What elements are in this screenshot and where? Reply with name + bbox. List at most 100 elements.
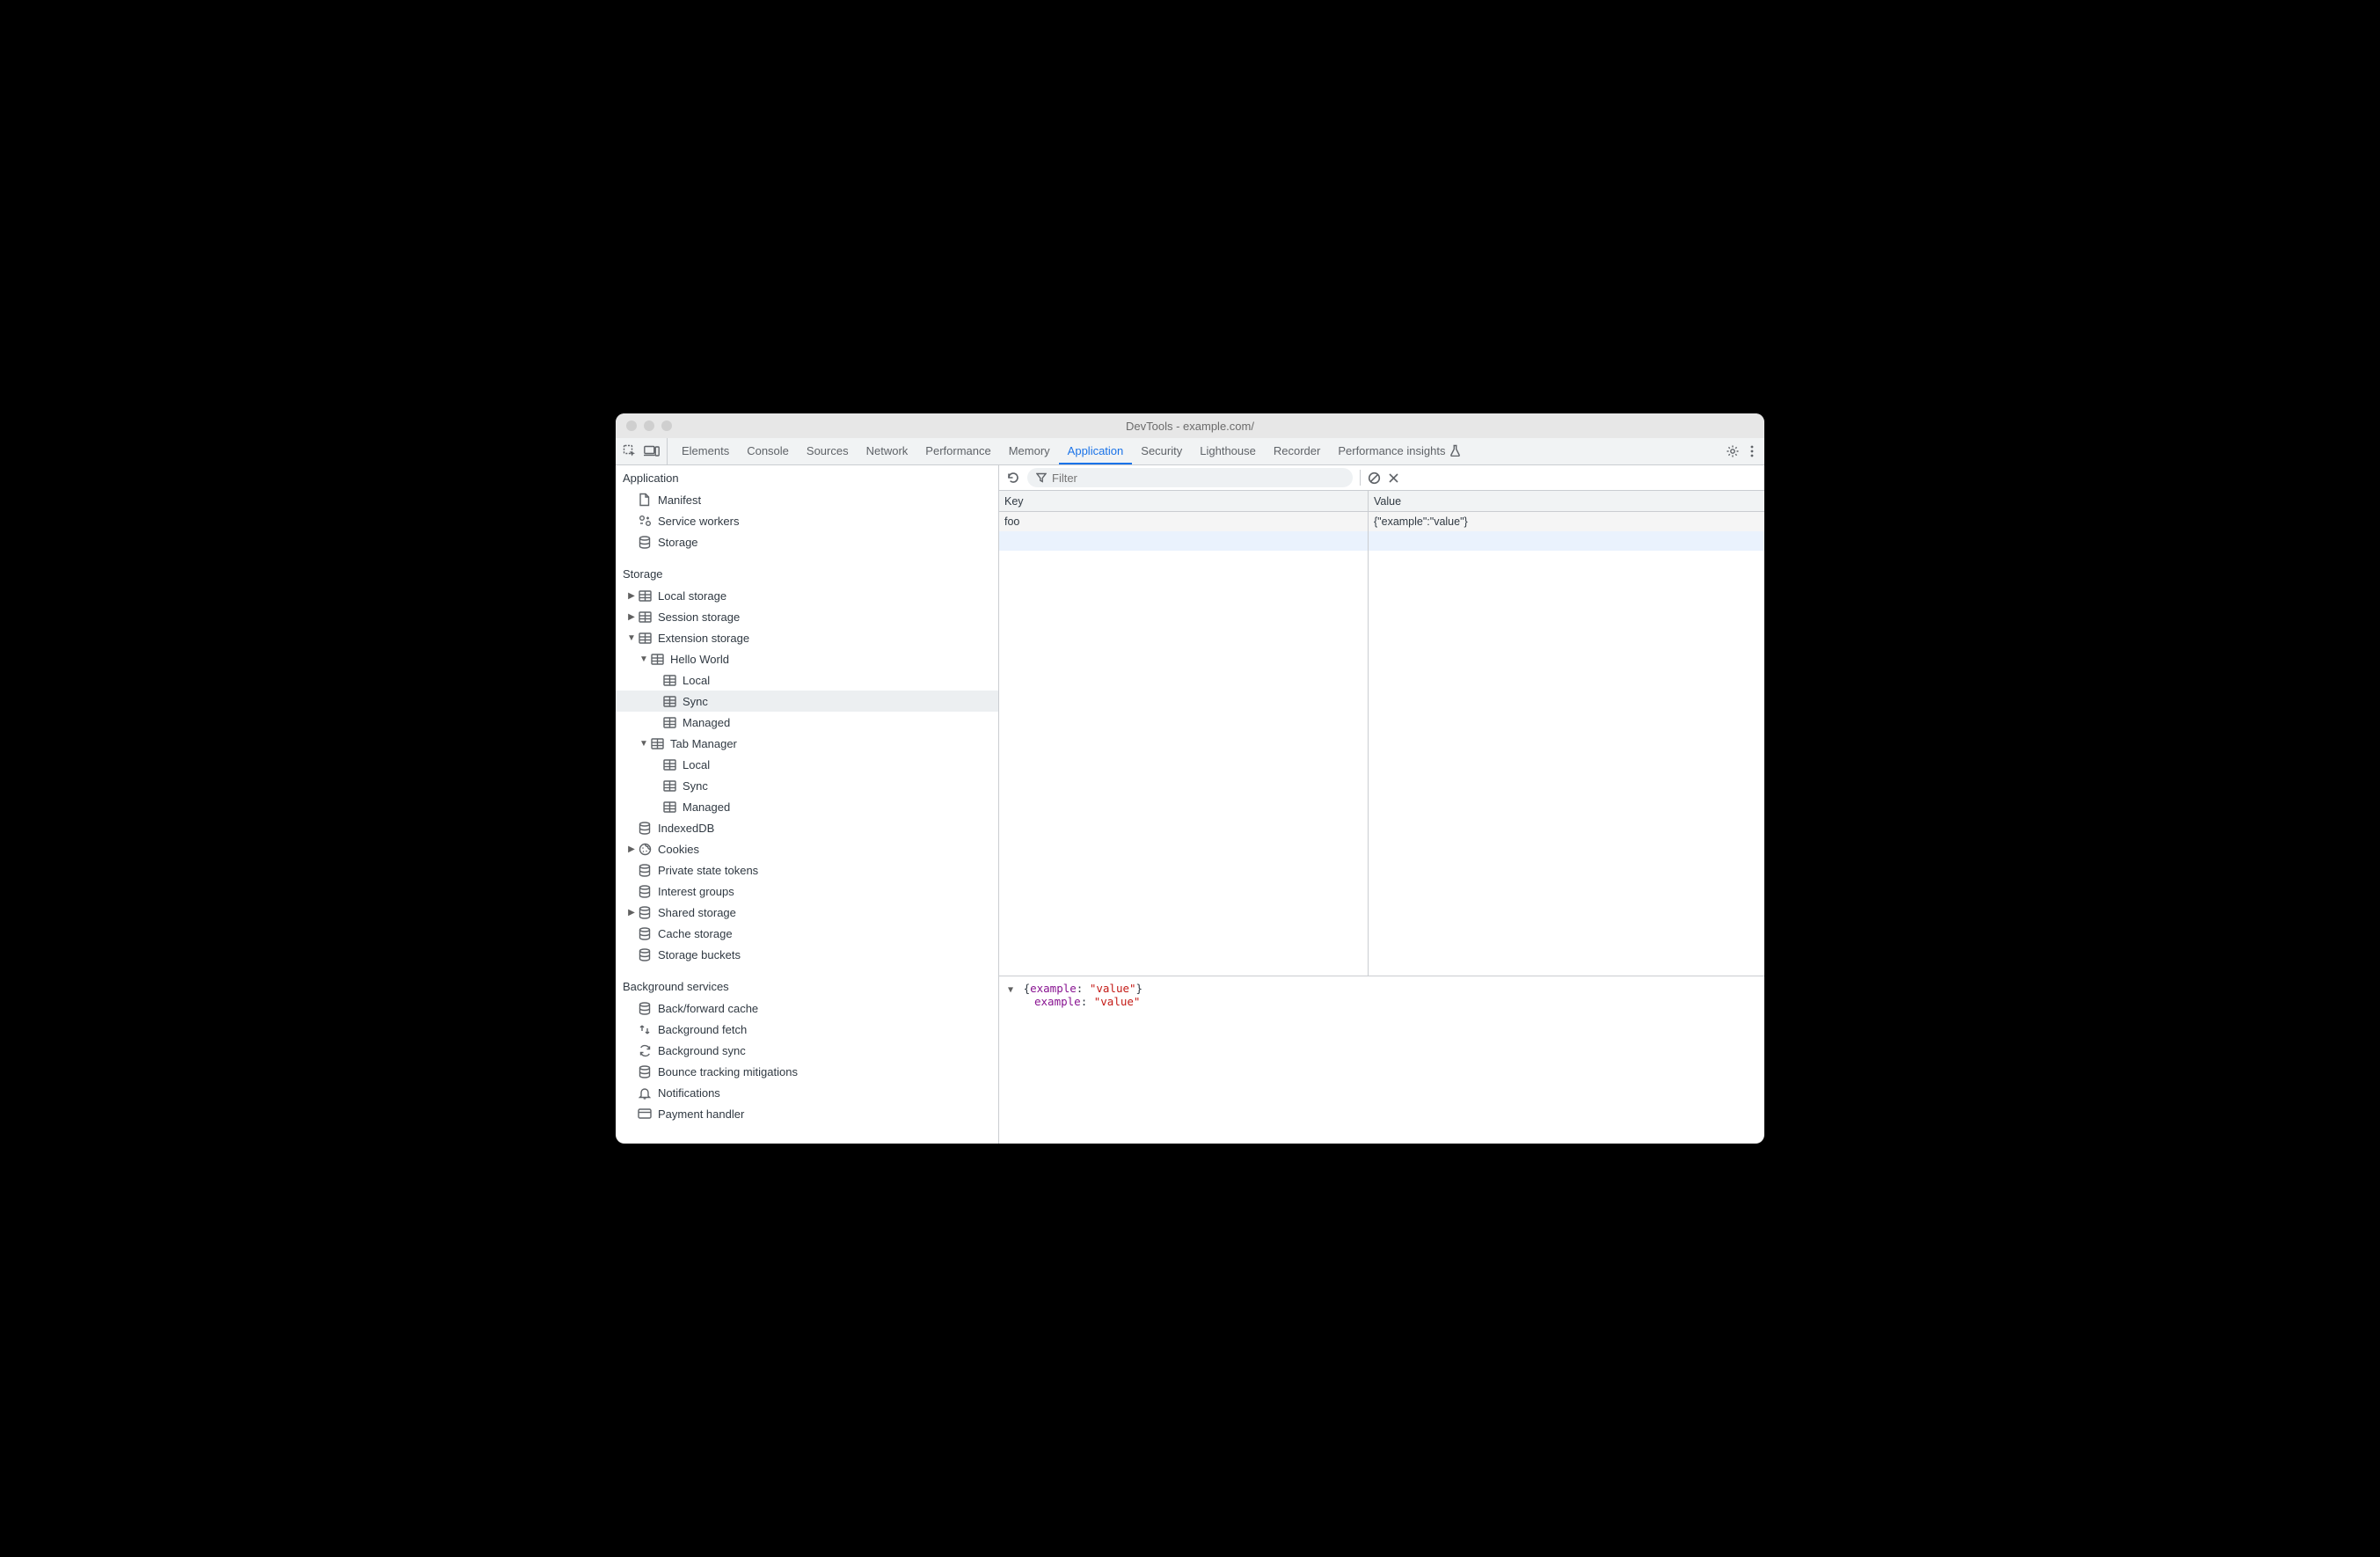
devtools-window: DevTools - example.com/ ElementsConsoleS… — [616, 413, 1764, 1144]
column-header-key[interactable]: Key — [999, 491, 1368, 512]
sidebar-item-private-state-tokens[interactable]: Private state tokens — [616, 859, 998, 881]
sidebar-item-local-storage[interactable]: ▶ Local storage — [616, 585, 998, 606]
settings-icon[interactable] — [1726, 444, 1740, 458]
sidebar-section-s2: Background services — [616, 976, 998, 998]
sidebar-item-label: Background fetch — [658, 1023, 747, 1036]
table-row-empty[interactable] — [1369, 531, 1764, 551]
sidebar-item-manifest[interactable]: Manifest — [616, 489, 998, 510]
disclosure-down-icon[interactable]: ▼ — [639, 739, 649, 749]
table-row[interactable]: {"example":"value"} — [1369, 512, 1764, 531]
close-window-button[interactable] — [626, 420, 637, 431]
minimize-window-button[interactable] — [644, 420, 654, 431]
table-row[interactable]: foo — [999, 512, 1368, 531]
sidebar-item-label: Local — [683, 758, 710, 771]
more-menu-icon[interactable] — [1750, 444, 1754, 458]
tab-application[interactable]: Application — [1059, 438, 1133, 464]
column-header-value[interactable]: Value — [1369, 491, 1764, 512]
db-icon — [637, 864, 653, 877]
tab-recorder[interactable]: Recorder — [1265, 438, 1329, 464]
sidebar-item-background-fetch[interactable]: Background fetch — [616, 1019, 998, 1040]
refresh-icon[interactable] — [1006, 471, 1020, 485]
disclosure-right-icon[interactable]: ▶ — [626, 612, 637, 622]
sidebar-item-notifications[interactable]: Notifications — [616, 1082, 998, 1103]
disclosure-triangle-icon[interactable]: ▼ — [1008, 985, 1013, 995]
tab-network[interactable]: Network — [858, 438, 917, 464]
sidebar-item-sync[interactable]: Sync — [616, 691, 998, 712]
panel-toolbar — [999, 465, 1764, 491]
disclosure-right-icon[interactable]: ▶ — [626, 591, 637, 601]
disclosure-down-icon[interactable]: ▼ — [626, 633, 637, 643]
tab-security[interactable]: Security — [1132, 438, 1191, 464]
sidebar-item-managed[interactable]: Managed — [616, 796, 998, 817]
sidebar-item-tab-manager[interactable]: ▼Tab Manager — [616, 733, 998, 754]
tab-performance[interactable]: Performance — [916, 438, 999, 464]
grid-icon — [661, 780, 677, 792]
sidebar-item-payment-handler[interactable]: Payment handler — [616, 1103, 998, 1124]
sidebar-item-label: Extension storage — [658, 632, 749, 645]
sidebar-item-hello-world[interactable]: ▼ Hello World — [616, 648, 998, 669]
fetch-icon — [637, 1023, 653, 1036]
disclosure-down-icon[interactable]: ▼ — [639, 654, 649, 664]
filter-field[interactable] — [1027, 468, 1353, 487]
file-icon — [637, 493, 653, 507]
tab-sources[interactable]: Sources — [798, 438, 858, 464]
tab-label: Lighthouse — [1200, 444, 1256, 457]
storage-panel: Key foo Value {"example":"value"} ▼ {exa… — [999, 465, 1764, 1144]
sidebar-item-label: Local storage — [658, 589, 726, 603]
tab-label: Sources — [807, 444, 849, 457]
preview-line-summary[interactable]: ▼ {example: "value"} — [1008, 982, 1756, 995]
inspect-element-icon[interactable] — [623, 444, 637, 458]
sidebar-item-managed[interactable]: Managed — [616, 712, 998, 733]
sidebar-item-sync[interactable]: Sync — [616, 775, 998, 796]
sidebar-item-indexeddb[interactable]: IndexedDB — [616, 817, 998, 838]
tab-performance-insights[interactable]: Performance insights — [1329, 438, 1470, 464]
sidebar-item-label: Sync — [683, 695, 708, 708]
cookie-icon — [637, 843, 653, 856]
filter-input[interactable] — [1052, 471, 1344, 485]
grid-icon — [637, 590, 653, 602]
tab-label: Security — [1141, 444, 1182, 457]
sidebar-item-extension-storage[interactable]: ▼ Extension storage — [616, 627, 998, 648]
card-icon — [637, 1108, 653, 1119]
db-icon — [637, 885, 653, 898]
sidebar-item-local[interactable]: Local — [616, 669, 998, 691]
sidebar-item-session-storage[interactable]: ▶Session storage — [616, 606, 998, 627]
sidebar-item-label: Manifest — [658, 493, 701, 507]
disclosure-right-icon[interactable]: ▶ — [626, 908, 637, 917]
delete-selected-icon[interactable] — [1388, 472, 1399, 484]
filter-icon — [1036, 472, 1047, 483]
device-toolbar-icon[interactable] — [644, 445, 660, 457]
tab-lighthouse[interactable]: Lighthouse — [1191, 438, 1265, 464]
sidebar-item-label: Interest groups — [658, 885, 734, 898]
sidebar-item-label: Storage buckets — [658, 948, 741, 961]
sidebar-item-back-forward-cache[interactable]: Back/forward cache — [616, 998, 998, 1019]
tab-label: Elements — [682, 444, 729, 457]
sidebar-item-service-workers[interactable]: Service workers — [616, 510, 998, 531]
cell-value: {"example":"value"} — [1374, 515, 1468, 528]
sidebar-item-storage-buckets[interactable]: Storage buckets — [616, 944, 998, 965]
grid-icon — [649, 654, 665, 665]
sidebar-item-label: Cookies — [658, 843, 699, 856]
grid-icon — [649, 738, 665, 749]
sidebar-item-label: Hello World — [670, 653, 729, 666]
tab-console[interactable]: Console — [738, 438, 798, 464]
application-sidebar: ApplicationManifestService workersStorag… — [616, 465, 999, 1144]
sidebar-item-local[interactable]: Local — [616, 754, 998, 775]
table-row-empty[interactable] — [999, 531, 1368, 551]
sidebar-item-cache-storage[interactable]: Cache storage — [616, 923, 998, 944]
sidebar-item-interest-groups[interactable]: Interest groups — [616, 881, 998, 902]
zoom-window-button[interactable] — [661, 420, 672, 431]
clear-all-icon[interactable] — [1368, 471, 1381, 485]
tab-elements[interactable]: Elements — [673, 438, 738, 464]
sidebar-item-background-sync[interactable]: Background sync — [616, 1040, 998, 1061]
preview-line-property[interactable]: example: "value" — [1008, 995, 1756, 1008]
disclosure-right-icon[interactable]: ▶ — [626, 844, 637, 854]
sidebar-item-bounce-tracking-mitigations[interactable]: Bounce tracking mitigations — [616, 1061, 998, 1082]
sidebar-item-cookies[interactable]: ▶ Cookies — [616, 838, 998, 859]
tab-memory[interactable]: Memory — [1000, 438, 1059, 464]
flask-icon — [1449, 444, 1461, 457]
window-controls — [626, 420, 672, 431]
db-icon — [637, 1065, 653, 1078]
sidebar-item-storage[interactable]: Storage — [616, 531, 998, 552]
sidebar-item-shared-storage[interactable]: ▶Shared storage — [616, 902, 998, 923]
